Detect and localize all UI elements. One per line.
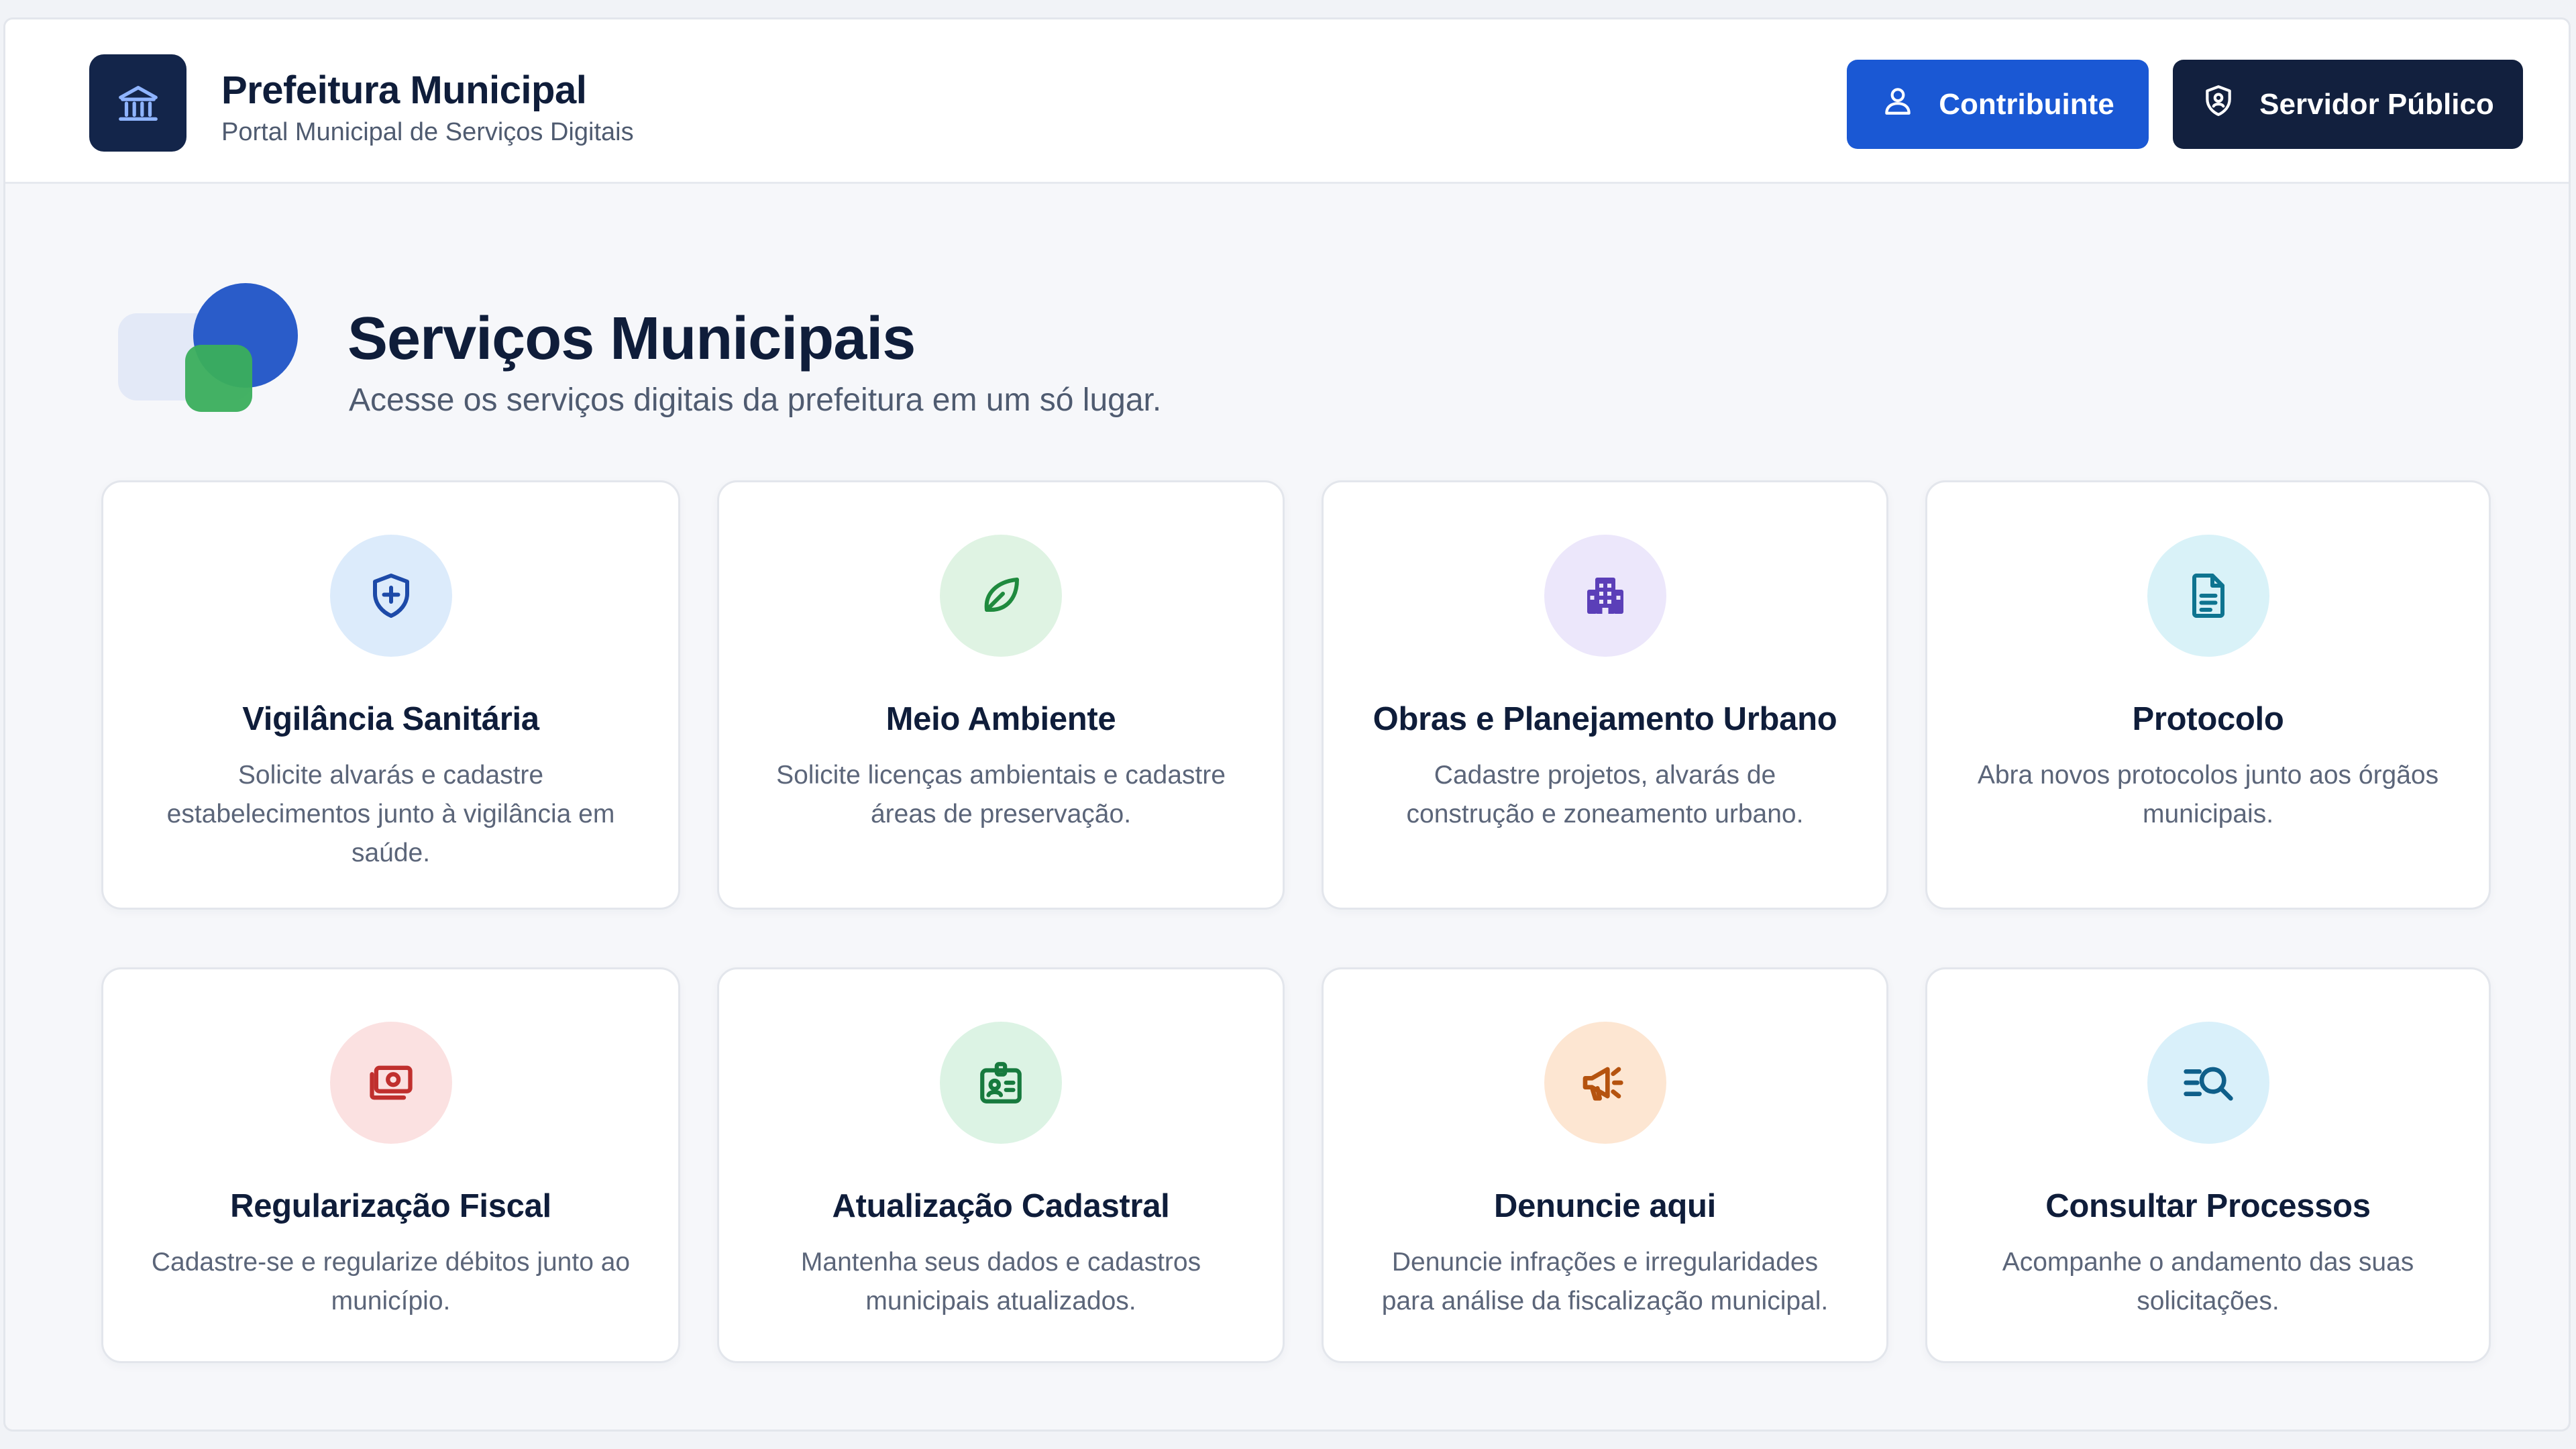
- service-card-atualizacao[interactable]: Atualização Cadastral Mantenha seus dado…: [717, 967, 1285, 1363]
- card-title: Consultar Processos: [2045, 1188, 2371, 1224]
- card-description: Acompanhe o andamento das suas solicitaç…: [2002, 1248, 2414, 1316]
- card-title: Protocolo: [2132, 701, 2284, 737]
- brand: Prefeitura Municipal Portal Municipal de…: [221, 68, 634, 147]
- user-icon: [1881, 84, 1915, 125]
- hero-illustration: [118, 283, 303, 437]
- service-card-obras[interactable]: Obras e Planejamento Urbano Cadastre pro…: [1322, 480, 1888, 910]
- brand-title: Prefeitura Municipal: [221, 68, 587, 112]
- page-subtitle: Acesse os serviços digitais da prefeitur…: [349, 382, 1162, 418]
- id-badge-icon: [940, 1022, 1062, 1144]
- card-title: Meio Ambiente: [885, 701, 1116, 737]
- card-title: Denuncie aqui: [1494, 1188, 1716, 1224]
- search-list-icon: [2147, 1022, 2269, 1144]
- service-card-meio-ambiente[interactable]: Meio Ambiente Solicite licenças ambienta…: [717, 480, 1285, 910]
- service-card-denuncie[interactable]: Denuncie aqui Denuncie infrações e irreg…: [1322, 967, 1888, 1363]
- shield-plus-icon: [329, 535, 452, 657]
- servidor-publico-label: Servidor Público: [2259, 87, 2494, 121]
- card-title: Regularização Fiscal: [230, 1188, 551, 1224]
- card-title: Vigilância Sanitária: [242, 701, 539, 737]
- card-description: Mantenha seus dados e cadastros municipa…: [800, 1248, 1201, 1316]
- contribuinte-button[interactable]: Contribuinte: [1847, 60, 2149, 149]
- card-description: Denuncie infrações e irregularidades par…: [1381, 1248, 1829, 1316]
- card-description: Solicite licenças ambientais e cadastre …: [776, 761, 1226, 828]
- app-window: Prefeitura Municipal Portal Municipal de…: [3, 17, 2571, 1432]
- servidor-publico-button[interactable]: Servidor Público: [2173, 60, 2523, 149]
- service-card-regularizacao[interactable]: Regularização Fiscal Cadastre-se e regul…: [101, 967, 680, 1363]
- city-hall-logo-icon[interactable]: [89, 54, 186, 152]
- contribuinte-label: Contribuinte: [1939, 87, 2114, 121]
- building-icon: [1544, 535, 1666, 657]
- top-header: Prefeitura Municipal Portal Municipal de…: [5, 19, 2569, 184]
- page-title: Serviços Municipais: [347, 305, 916, 372]
- service-card-consultar-processos[interactable]: Consultar Processos Acompanhe o andament…: [1925, 967, 2491, 1363]
- card-description: Abra novos protocolos junto aos órgãos m…: [1977, 761, 2439, 828]
- card-title: Obras e Planejamento Urbano: [1373, 701, 1837, 737]
- money-icon: [329, 1022, 452, 1144]
- card-description: Cadastre projetos, alvarás de construção…: [1406, 761, 1804, 828]
- card-description: Cadastre-se e regularize débitos junto a…: [151, 1248, 631, 1316]
- leaf-icon: [940, 535, 1062, 657]
- card-title: Atualização Cadastral: [832, 1188, 1170, 1224]
- service-card-vigilancia[interactable]: Vigilância Sanitária Solicite alvarás e …: [101, 480, 680, 910]
- service-card-protocolo[interactable]: Protocolo Abra novos protocolos junto ao…: [1925, 480, 2491, 910]
- document-icon: [2147, 535, 2269, 657]
- card-description: Solicite alvarás e cadastre estabelecime…: [166, 761, 615, 867]
- brand-subtitle: Portal Municipal de Serviços Digitais: [221, 118, 634, 146]
- megaphone-icon: [1544, 1022, 1666, 1144]
- shield-icon: [2202, 84, 2235, 125]
